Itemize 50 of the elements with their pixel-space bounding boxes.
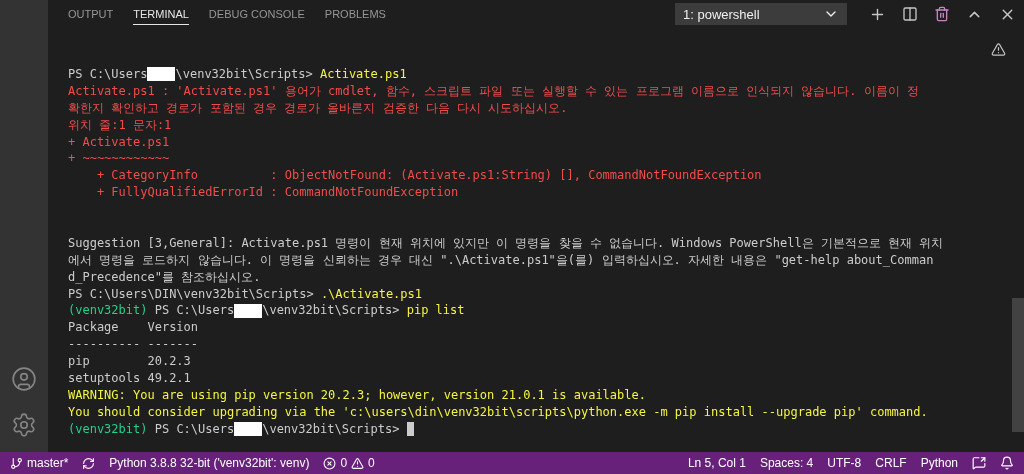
panel-tab[interactable]: TERMINAL <box>133 3 189 25</box>
terminal-text: + FullyQualifiedErrorId : CommandNotFoundException <box>95 184 459 202</box>
branch-indicator[interactable]: master* <box>10 456 69 470</box>
terminal-text: You should consider upgrading via the 'c:\users\din\venv32bit\scripts\python.exe -m pip install --upgrade pip' command. <box>68 403 928 421</box>
terminal-text: PS C:\Users <box>154 302 235 320</box>
terminal-text: (venv32bit) <box>68 420 149 438</box>
terminal-text: Package Version <box>68 319 199 337</box>
panel-tab[interactable]: PROBLEMS <box>324 3 386 25</box>
terminal-text: Suggestion [3,General]: Activate.ps1 명령이 현재 위치에 있지만 이 명령을 찾을 수 없습니다. Windows PowerShell은 기본적으로 현재 위치 <box>68 234 944 252</box>
terminal-text: + Activate.ps1 <box>68 133 170 151</box>
split-icon[interactable] <box>902 6 918 22</box>
panel-tab[interactable]: DEBUG CONSOLE <box>208 3 305 25</box>
terminal-text: \venv32bit\Scripts> <box>262 420 401 438</box>
terminal-text: (venv32bit) <box>68 302 149 320</box>
language-mode[interactable]: Python <box>920 456 958 470</box>
feedback-icon[interactable] <box>972 456 986 470</box>
warning-icon[interactable] <box>991 42 1006 57</box>
terminal-text: PS C:\Users <box>68 66 148 83</box>
trash-icon[interactable] <box>934 6 950 22</box>
terminal-text: PS C:\Users <box>154 420 235 438</box>
panel-tab[interactable]: OUTPUT <box>68 3 114 25</box>
terminal-text: d_Precedence"를 참조하십시오. <box>68 268 261 286</box>
account-icon[interactable] <box>11 366 37 392</box>
terminal-text: .\Activate.ps1 <box>320 285 423 303</box>
terminal-text: + CategoryInfo : ObjectNotFound: (Activate.ps1:String) [], CommandNotFoundException <box>95 167 762 185</box>
terminal-text: 에서 명령을 로드하지 않습니다. 이 명령을 신뢰하는 경우 대신 ".\Activate.ps1"을(를) 입력하십시오. 자세한 내용은 "get-help about_Comman <box>68 251 934 269</box>
line-ending-setting[interactable]: CRLF <box>875 456 907 470</box>
terminal-text: 위치 줄:1 문자:1 <box>68 116 172 134</box>
terminal-text: 확한지 확인하고 경로가 포함된 경우 경로가 올바른지 검증한 다음 다시 시도하십시오. <box>68 99 568 117</box>
encoding-setting[interactable]: UTF-8 <box>827 456 862 470</box>
terminal-dropdown[interactable]: 1: powershell <box>675 3 847 25</box>
terminal-text: Activate.ps1 <box>320 66 407 83</box>
terminal-text: setuptools 49.2.1 <box>68 370 191 387</box>
settings-icon[interactable] <box>11 412 37 438</box>
scrollbar-thumb[interactable] <box>1012 298 1024 432</box>
indent-setting[interactable]: Spaces: 4 <box>759 456 814 470</box>
terminal-text: \venv32bit\Scripts> <box>262 302 401 320</box>
terminal-text: ---------- ------- <box>68 336 199 354</box>
terminal-text: pip list <box>406 302 465 320</box>
terminal-text: \venv32bit\Scripts> <box>175 66 314 83</box>
sync-icon[interactable] <box>82 456 96 470</box>
terminal-text: Activate.ps1 : 'Activate.ps1' 용어가 cmdlet, 함수, 스크립트 파일 또는 실행할 수 있는 프로그램 이름으로 인식되지 않습니다. 이름이 정 <box>68 82 919 100</box>
terminal-text: PS C:\Users\DIN\venv32bit\Scripts> <box>68 285 315 303</box>
notification-icon[interactable] <box>1000 456 1014 470</box>
problems-indicator[interactable]: 0 0 <box>323 456 375 470</box>
terminal-text: pip 20.2.3 <box>68 353 191 371</box>
interpreter-indicator[interactable]: Python 3.8.8 32-bit ('venv32bit': venv) <box>109 456 310 470</box>
terminal-text: + ~~~~~~~~~~~~ <box>68 150 170 168</box>
terminal-text: WARNING: You are using pip version 20.2.3; however, version 21.0.1 is available. <box>68 386 646 404</box>
cursor-position[interactable]: Ln 5, Col 1 <box>687 456 746 470</box>
